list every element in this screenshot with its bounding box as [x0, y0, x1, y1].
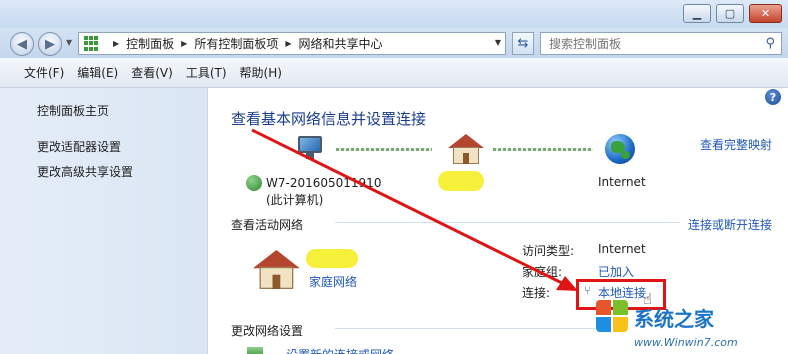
homegroup-link[interactable]: 已加入	[598, 263, 634, 280]
address-dropdown-icon[interactable]: ▼	[495, 38, 501, 47]
home-network-link[interactable]: 家庭网络	[309, 273, 357, 290]
search-box[interactable]: ⚲	[540, 32, 782, 55]
menu-bar: 文件(F) 编辑(E) 查看(V) 工具(T) 帮助(H)	[0, 58, 788, 88]
back-arrow-icon: ◀	[17, 36, 27, 52]
internet-globe-icon[interactable]	[605, 134, 635, 164]
breadcrumb: ▶ 控制面板 ▶ 所有控制面板项 ▶ 网络和共享中心	[106, 35, 383, 52]
navigation-bar: ◀ ▶ ▼ ▶ 控制面板 ▶ 所有控制面板项 ▶ 网络和共享中心 ▼ ⇆ ⚲	[0, 28, 788, 58]
minimize-button[interactable]: ▁	[683, 4, 711, 23]
address-bar[interactable]: ▶ 控制面板 ▶ 所有控制面板项 ▶ 网络和共享中心 ▼	[78, 32, 506, 55]
redacted-network-name	[306, 249, 358, 268]
watermark-title: 系统之家	[634, 307, 714, 331]
internet-label: Internet	[598, 175, 646, 189]
nav-change-adapter-settings[interactable]: 更改适配器设置	[37, 138, 121, 155]
connect-or-disconnect-link[interactable]: 连接或断开连接	[688, 216, 772, 233]
menu-file[interactable]: 文件(F)	[24, 64, 64, 81]
access-type-value: Internet	[598, 242, 646, 256]
section-divider	[335, 222, 680, 223]
menu-view[interactable]: 查看(V)	[131, 64, 173, 81]
recent-pages-dropdown-icon[interactable]: ▼	[66, 38, 72, 47]
setup-connection-icon	[247, 347, 263, 354]
nav-change-advanced-sharing[interactable]: 更改高级共享设置	[37, 163, 133, 180]
chevron-right-icon[interactable]: ▶	[181, 39, 187, 48]
close-button[interactable]: ✕	[749, 4, 782, 23]
windows-logo-icon	[596, 300, 630, 334]
section-divider	[335, 328, 595, 329]
redacted-network-name	[438, 171, 484, 191]
breadcrumb-control-panel[interactable]: 控制面板	[126, 35, 174, 52]
page-title: 查看基本网络信息并设置连接	[231, 110, 427, 128]
back-button[interactable]: ◀	[10, 32, 34, 56]
menu-tools[interactable]: 工具(T)	[186, 64, 227, 81]
homegroup-label: 家庭组:	[522, 265, 563, 279]
watermark-url: www.Winwin7.com	[634, 336, 738, 349]
active-networks-header: 查看活动网络	[231, 218, 304, 232]
network-status-icon	[246, 175, 262, 191]
home-network-icon[interactable]	[448, 134, 484, 164]
view-full-map-link[interactable]: 查看完整映射	[700, 136, 772, 153]
connection-line	[336, 148, 432, 151]
chevron-right-icon[interactable]: ▶	[285, 39, 291, 48]
menu-edit[interactable]: 编辑(E)	[77, 64, 118, 81]
refresh-button[interactable]: ⇆	[512, 32, 534, 55]
computer-icon[interactable]	[294, 134, 326, 162]
help-icon[interactable]: ?	[765, 89, 781, 105]
home-network-large-icon[interactable]	[253, 250, 300, 289]
control-panel-icon	[84, 35, 100, 52]
forward-arrow-icon: ▶	[45, 36, 55, 52]
connection-label: 连接:	[522, 286, 551, 300]
change-settings-header: 更改网络设置	[231, 324, 304, 338]
computer-name-row: W7-201605011910	[246, 175, 381, 191]
breadcrumb-network-center[interactable]: 网络和共享中心	[299, 35, 383, 52]
computer-name: W7-201605011910	[266, 176, 382, 190]
nav-control-panel-home[interactable]: 控制面板主页	[37, 102, 109, 119]
forward-button[interactable]: ▶	[38, 32, 62, 56]
breadcrumb-all-items[interactable]: 所有控制面板项	[194, 35, 278, 52]
left-nav-pane: 控制面板主页 更改适配器设置 更改高级共享设置	[0, 88, 208, 354]
refresh-icon: ⇆	[517, 36, 529, 51]
search-input[interactable]	[549, 36, 754, 51]
connection-line	[493, 148, 593, 151]
access-type-label: 访问类型:	[522, 244, 575, 258]
maximize-button[interactable]: ▢	[716, 4, 744, 23]
title-bar: ▁ ▢ ✕	[0, 0, 788, 28]
watermark: 系统之家 www.Winwin7.com	[594, 295, 788, 354]
setup-new-connection-link[interactable]: 设置新的连接或网络	[286, 346, 394, 354]
search-icon[interactable]: ⚲	[765, 36, 775, 51]
chevron-right-icon[interactable]: ▶	[113, 39, 119, 48]
this-computer-label: (此计算机)	[266, 193, 324, 207]
menu-help[interactable]: 帮助(H)	[240, 64, 282, 81]
